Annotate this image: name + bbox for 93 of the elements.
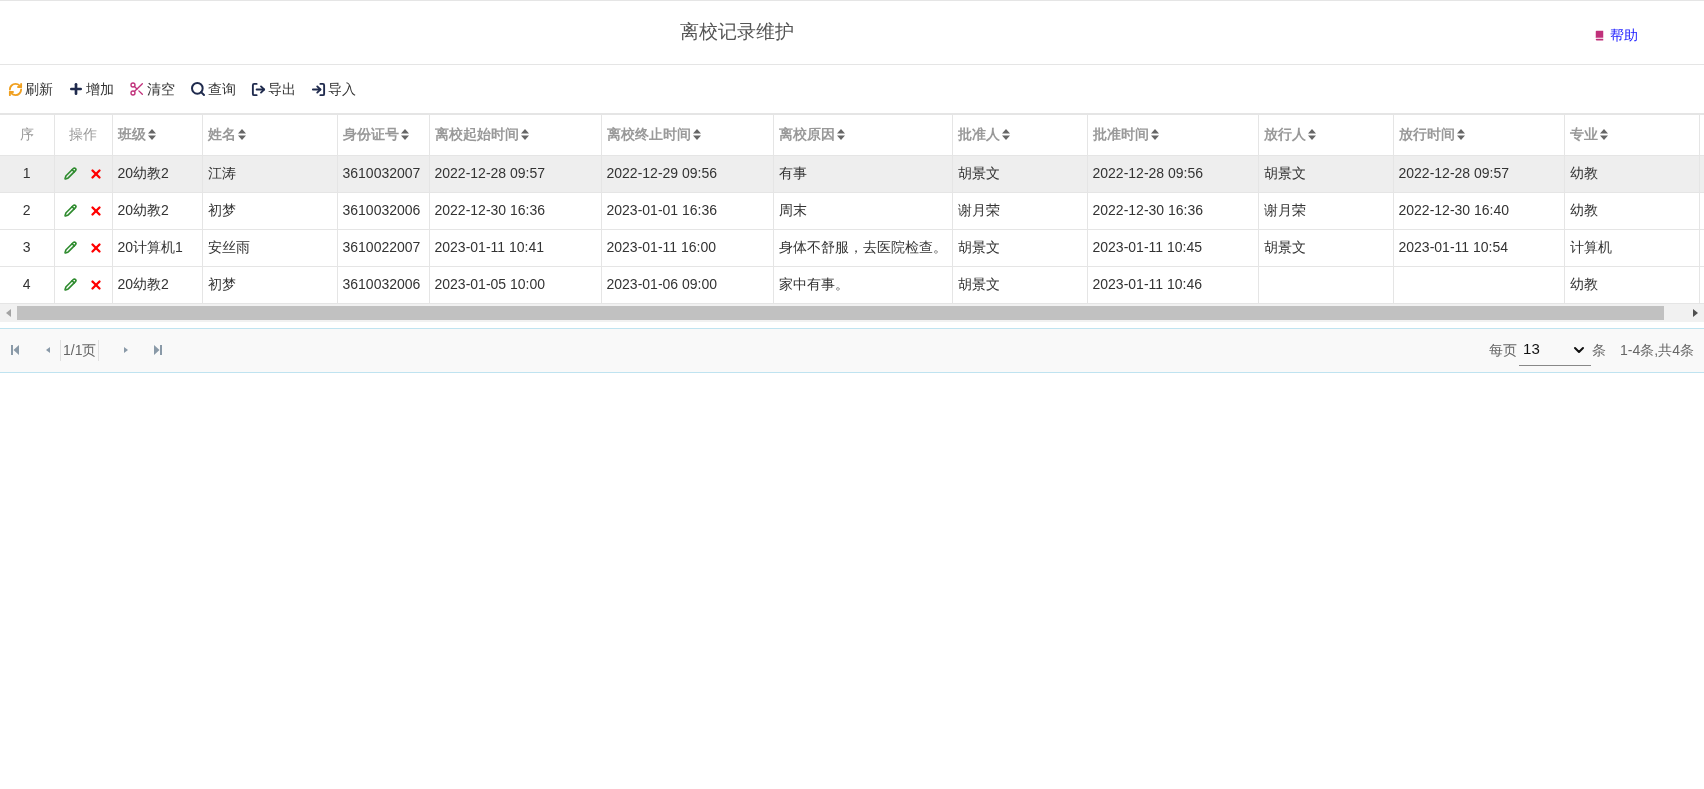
table-cell: 2023-01-11 10:45 [1092,239,1202,255]
table-cell: 20幼教2 [117,202,169,218]
page-title: 离校记录维护 [680,20,794,45]
table-cell: 胡景文 [957,276,1000,292]
help-link[interactable]: 帮助 [1593,25,1638,46]
per-page-label: 每页 [1489,340,1518,360]
table-cell: 幼教 [1569,276,1598,292]
close-icon [88,203,103,218]
table-row[interactable]: 4 20幼教2 初梦 3610032006 2023-01-05 10:00 2023-01-06 09:00 家中有事。 胡景文 2023-01-11 10:46 幼教 [0,266,1704,303]
close-icon [88,240,103,255]
table-cell: 2022-12-28 09:56 [1092,165,1204,181]
table-cell: 安丝雨 [207,239,250,255]
table-cell: 2022-12-28 09:57 [1398,165,1510,181]
table-cell: 2023-01-11 16:00 [606,239,716,255]
pencil-icon [63,278,77,291]
table-cell: 20幼教2 [117,276,169,292]
table-cell: 2023-01-11 10:54 [1398,239,1508,255]
table-cell: 周末 [778,202,807,218]
first-page-icon[interactable] [10,344,20,356]
toolbar-button[interactable]: 导出 [251,78,296,100]
table-cell: 3 [0,229,54,266]
table-cell: 2023-01-11 10:46 [1092,276,1202,292]
table-cell: 2023-01-05 10:00 [434,276,546,292]
table-cell: 2022-12-30 16:36 [1092,202,1204,218]
scroll-left-icon [6,308,11,317]
table-cell: 3610032007 [342,165,421,181]
table-cell: 3610022007 [342,239,421,255]
toolbar-button[interactable]: 导入 [311,78,356,100]
column-header: 操作 [54,115,112,155]
table-cell: 2023-01-06 09:00 [606,276,718,292]
table-cell: 家中有事。 [778,276,849,292]
table-cell: 2022-12-30 16:40 [1398,202,1510,218]
table-cell: 胡景文 [957,165,1000,181]
table-cell: 江涛 [207,165,236,181]
table-cell: 2023-01-11 10:41 [434,239,544,255]
table-cell: 胡景文 [1263,239,1306,255]
last-page-icon[interactable] [153,344,164,356]
toolbar-button[interactable]: 刷新 [8,78,53,100]
table-row[interactable]: 2 20幼教2 初梦 3610032006 2022-12-30 16:36 2023-01-01 16:36 周末 谢月荣 2022-12-30 16:36 谢月荣 2022-12-30 16:40 幼教 [0,192,1704,229]
table-cell: 谢月荣 [1263,202,1306,218]
table-cell: 幼教 [1569,165,1598,181]
edit-button[interactable] [63,204,77,217]
table-cell: 2022-12-30 16:36 [434,202,546,218]
table-cell: 20幼教2 [117,165,169,181]
table-cell: 2 [0,192,54,229]
edit-button[interactable] [63,167,77,180]
pencil-icon [63,204,77,217]
table-cell: 身体不舒服，去医院检查。 [778,239,947,255]
table-cell: 胡景文 [1263,165,1306,181]
table-cell: 3610032006 [342,276,421,292]
table-cell: 幼教 [1569,202,1598,218]
delete-button[interactable] [88,166,103,181]
scrollbar-thumb[interactable] [17,305,1664,320]
page-indicator: 1/1页 [60,339,100,361]
scissors-icon [129,81,145,97]
table-cell: 3610032006 [342,202,421,218]
delete-button[interactable] [88,277,103,292]
table-cell: 有事 [778,165,807,181]
edit-button[interactable] [63,241,77,254]
table-cell: 4 [0,266,54,303]
per-page-unit: 条 [1592,340,1607,360]
scroll-right-icon [1693,308,1698,317]
table-row[interactable]: 3 20计算机1 安丝雨 3610022007 2023-01-11 10:41 2023-01-11 16:00 身体不舒服，去医院检查。 胡景文 2023-01-11 10:45 胡景文 2023-01-11 10:54 计算机 [0,229,1704,266]
export-icon [251,81,266,97]
table-row[interactable]: 1 20幼教2 江涛 3610032007 2022-12-28 09:57 2022-12-29 09:56 有事 胡景文 2022-12-28 09:56 胡景文 2022-12-28 09:57 幼教 [0,155,1704,192]
import-icon [311,81,326,97]
record-summary: 1-4条,共4条 [1620,340,1694,360]
table-cell: 谢月荣 [957,202,1000,218]
table-cell: 初梦 [207,276,236,292]
toolbar-button[interactable]: 增加 [68,78,114,100]
edit-button[interactable] [63,278,77,291]
delete-button[interactable] [88,203,103,218]
plus-icon [68,81,84,97]
close-icon [88,277,103,292]
pencil-icon [63,241,77,254]
per-page-select[interactable]: 13 [1519,334,1592,366]
delete-button[interactable] [88,240,103,255]
close-icon [88,166,103,181]
table-cell: 初梦 [207,202,236,218]
toolbar-button[interactable]: 清空 [129,78,175,100]
table-cell: 2023-01-01 16:36 [606,202,718,218]
search-icon [190,81,206,97]
column-header: 序 [0,115,54,155]
refresh-icon [8,81,23,97]
table-cell: 2022-12-29 09:56 [606,165,718,181]
table-cell: 1 [0,155,54,192]
table-cell: 计算机 [1569,239,1612,255]
book-icon [1593,29,1606,42]
pencil-icon [63,167,77,180]
table-cell: 2022-12-28 09:57 [434,165,546,181]
toolbar-button[interactable]: 查询 [190,78,236,100]
table-cell: 20计算机1 [117,239,183,255]
table-cell: 胡景文 [957,239,1000,255]
